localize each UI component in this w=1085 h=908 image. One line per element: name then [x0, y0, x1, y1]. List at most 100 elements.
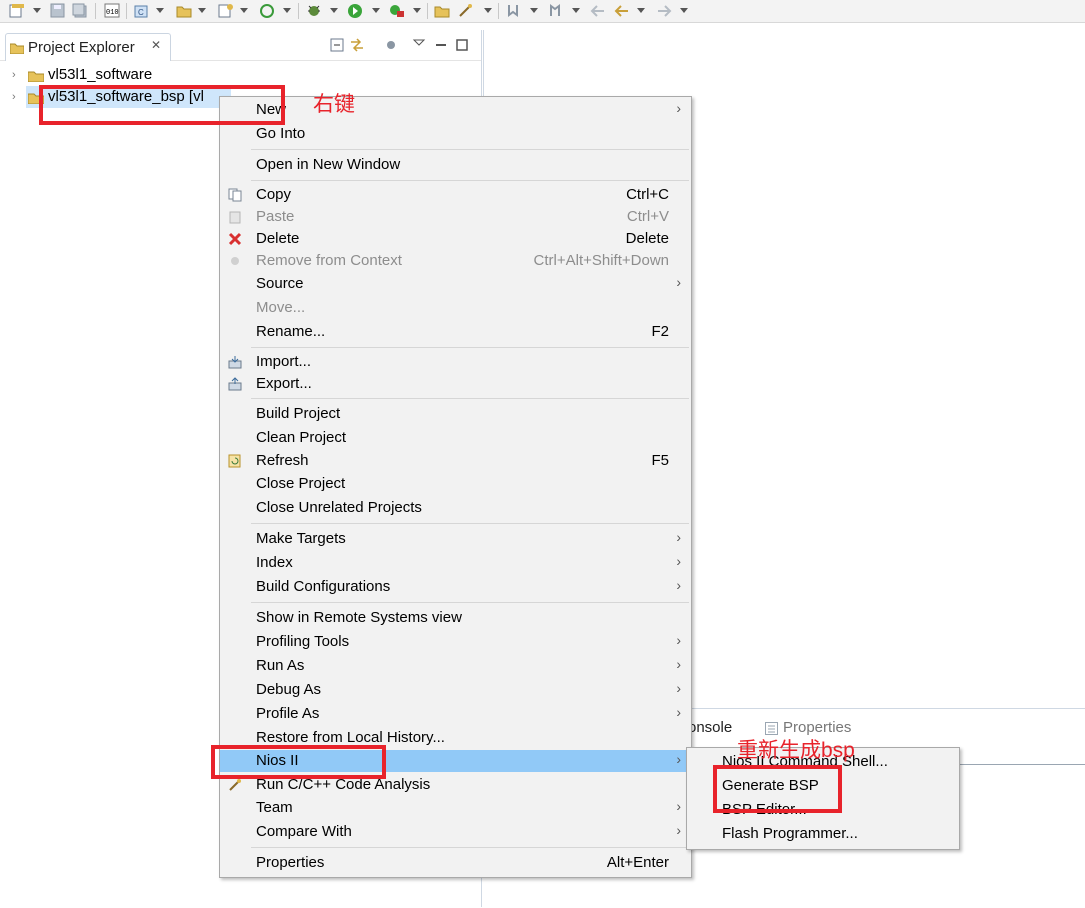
menu-item-show-in-remote-systems[interactable]: Show in Remote Systems view	[220, 607, 691, 629]
menu-item-source[interactable]: Source ›	[220, 273, 691, 295]
menu-item-shortcut: Alt+Enter	[606, 854, 669, 871]
refresh-dropdown-icon[interactable]	[283, 8, 291, 13]
menu-item-shortcut: Delete	[625, 230, 669, 247]
collapse-all-icon[interactable]	[330, 38, 344, 52]
back-icon[interactable]	[590, 3, 606, 18]
annotation-note-right-click: 右键	[313, 93, 355, 116]
menu-item-compare-with[interactable]: Compare With ›	[220, 821, 691, 843]
link-with-editor-icon[interactable]	[350, 38, 364, 52]
next-annotation-icon[interactable]	[505, 3, 521, 18]
wand-dropdown-icon[interactable]	[484, 8, 492, 13]
toolbar-separator	[95, 3, 96, 19]
paste-icon	[228, 210, 242, 224]
external-tools-dropdown-icon[interactable]	[413, 8, 421, 13]
chevron-right-icon: ›	[676, 656, 681, 672]
menu-item-properties[interactable]: Properties Alt+Enter	[220, 852, 691, 874]
c-file-dropdown-icon[interactable]	[156, 8, 164, 13]
tab-project-explorer[interactable]: Project Explorer ✕	[5, 33, 171, 61]
new-icon[interactable]	[9, 3, 25, 18]
menu-item-move[interactable]: Move...	[220, 297, 691, 319]
menu-item-shortcut: Ctrl+C	[626, 186, 669, 203]
svg-text:C: C	[138, 8, 144, 17]
menu-item-build-configurations[interactable]: Build Configurations ›	[220, 576, 691, 598]
menu-item-remove-from-context[interactable]: Remove from Context Ctrl+Alt+Shift+Down	[220, 250, 691, 272]
menu-item-export[interactable]: Export...	[220, 373, 691, 395]
external-tools-icon[interactable]	[389, 3, 405, 18]
debug-icon[interactable]	[306, 3, 322, 18]
c-file-icon[interactable]: C	[134, 3, 150, 18]
forward-dropdown-icon[interactable]	[680, 8, 688, 13]
menu-item-open-in-new-window[interactable]: Open in New Window	[220, 154, 691, 176]
chevron-right-icon[interactable]: ›	[12, 69, 16, 81]
refresh-icon[interactable]	[259, 3, 275, 18]
menu-item-debug-as[interactable]: Debug As ›	[220, 679, 691, 701]
menu-item-go-into[interactable]: Go Into	[220, 123, 691, 145]
menu-item-rename[interactable]: Rename... F2	[220, 321, 691, 343]
menu-item-delete[interactable]: Delete Delete	[220, 228, 691, 250]
menu-item-label: Close Project	[256, 475, 346, 492]
refresh-icon	[228, 454, 242, 468]
menu-item-close-project[interactable]: Close Project	[220, 473, 691, 495]
binary-icon[interactable]: 010	[104, 3, 120, 18]
menu-item-profiling-tools[interactable]: Profiling Tools ›	[220, 631, 691, 653]
next-annotation-dropdown-icon[interactable]	[530, 8, 538, 13]
save-icon[interactable]	[50, 3, 66, 18]
folder-dropdown-icon[interactable]	[198, 8, 206, 13]
wand-icon[interactable]	[458, 3, 474, 18]
prev-annotation-icon[interactable]	[547, 3, 563, 18]
run-icon[interactable]	[347, 3, 363, 18]
menu-item-team[interactable]: Team ›	[220, 797, 691, 819]
view-menu-icon[interactable]	[412, 36, 426, 50]
debug-dropdown-icon[interactable]	[330, 8, 338, 13]
chevron-right-icon: ›	[676, 798, 681, 814]
menu-item-import[interactable]: Import...	[220, 351, 691, 373]
menu-item-label: Paste	[256, 208, 295, 225]
panel-divider	[953, 764, 1085, 765]
menu-item-new[interactable]: New ›	[220, 99, 691, 121]
menu-item-paste[interactable]: Paste Ctrl+V	[220, 206, 691, 228]
open-folder-icon[interactable]	[434, 3, 450, 18]
menu-item-label: Rename...	[256, 323, 326, 340]
back-dropdown-icon[interactable]	[637, 8, 645, 13]
menu-item-profile-as[interactable]: Profile As ›	[220, 703, 691, 725]
menu-item-label: Profile As	[256, 705, 320, 722]
new-dropdown-icon[interactable]	[33, 8, 41, 13]
menu-item-build-project[interactable]: Build Project	[220, 403, 691, 425]
menu-item-label: Delete	[256, 230, 300, 247]
menu-item-refresh[interactable]: Refresh F5	[220, 450, 691, 472]
filters-icon[interactable]	[384, 38, 398, 52]
folder-icon[interactable]	[176, 3, 192, 18]
tree-item-label: vl53l1_software	[48, 66, 153, 83]
svg-text:010: 010	[106, 9, 119, 17]
menu-item-shortcut: F2	[651, 323, 669, 340]
save-all-icon[interactable]	[72, 3, 88, 18]
menu-item-make-targets[interactable]: Make Targets ›	[220, 528, 691, 550]
copy-icon	[228, 188, 242, 202]
delete-icon	[228, 232, 242, 246]
menu-item-close-unrelated-projects[interactable]: Close Unrelated Projects	[220, 497, 691, 519]
chevron-right-icon: ›	[676, 680, 681, 696]
menu-item-index[interactable]: Index ›	[220, 552, 691, 574]
prev-annotation-dropdown-icon[interactable]	[572, 8, 580, 13]
menu-separator	[251, 523, 689, 524]
annotation-box-nios-ii	[211, 745, 386, 779]
new-wizard-dropdown-icon[interactable]	[240, 8, 248, 13]
menu-item-shortcut: Ctrl+V	[626, 208, 669, 225]
tree-item-project[interactable]: › vl53l1_software	[10, 64, 470, 86]
menu-item-copy[interactable]: Copy Ctrl+C	[220, 184, 691, 206]
maximize-icon[interactable]	[455, 38, 469, 52]
menu-item-run-as[interactable]: Run As ›	[220, 655, 691, 677]
menu-item-clean-project[interactable]: Clean Project	[220, 427, 691, 449]
toolbar-separator	[498, 3, 499, 19]
menu-item-flash-programmer[interactable]: Flash Programmer...	[687, 822, 959, 846]
chevron-right-icon[interactable]: ›	[12, 91, 16, 103]
back-history-icon[interactable]	[614, 3, 630, 18]
tab-console[interactable]: onsole	[688, 719, 732, 736]
minimize-icon[interactable]	[434, 38, 448, 52]
close-icon[interactable]: ✕	[151, 38, 161, 52]
forward-icon[interactable]	[656, 3, 672, 18]
tab-label: Project Explorer	[28, 39, 135, 56]
new-wizard-icon[interactable]	[218, 3, 234, 18]
run-dropdown-icon[interactable]	[372, 8, 380, 13]
menu-item-label: Index	[256, 554, 293, 571]
